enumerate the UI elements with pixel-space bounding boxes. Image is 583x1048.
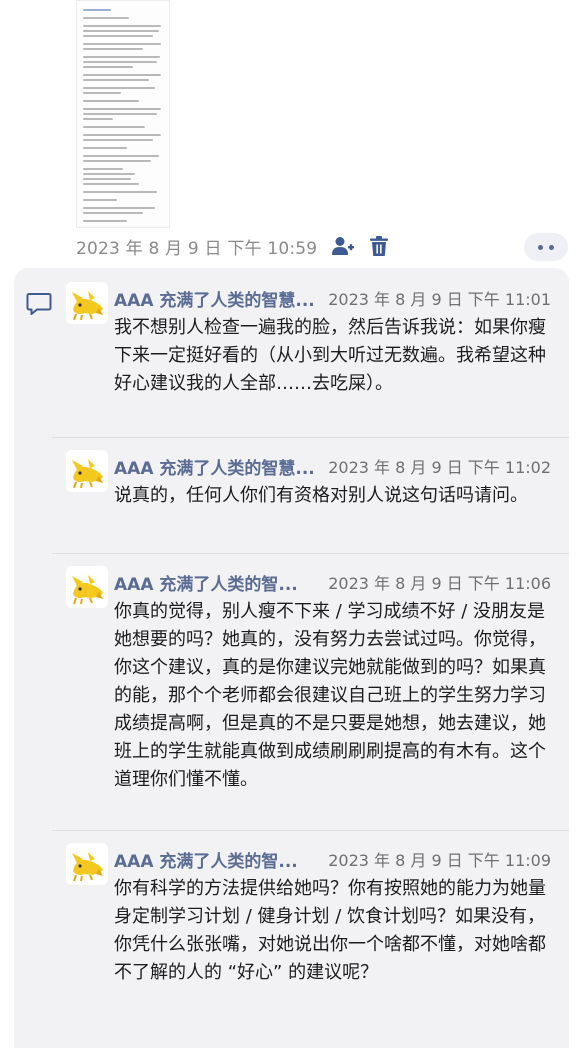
comment-author[interactable]: AAA 充满了人类的智... <box>114 847 350 872</box>
comment-time: 2023 年 8 月 9 日 下午 11:09 <box>328 851 551 870</box>
attachment-meta: 2023 年 8 月 9 日 下午 10:59 <box>76 232 391 260</box>
attachment-timestamp: 2023 年 8 月 9 日 下午 10:59 <box>76 238 318 259</box>
comment-time: 2023 年 8 月 9 日 下午 11:01 <box>328 290 551 309</box>
yellow-cat-avatar[interactable] <box>66 282 108 324</box>
comment-item: AAA 充满了人类的智慧... 2023 年 8 月 9 日 下午 11:01 … <box>52 282 569 432</box>
comment-author[interactable]: AAA 充满了人类的智慧... <box>114 286 350 311</box>
comment-author[interactable]: AAA 充满了人类的智慧... <box>114 454 350 479</box>
trash-icon[interactable] <box>367 234 391 258</box>
more-options-button[interactable] <box>524 233 568 261</box>
document-thumbnail[interactable] <box>76 0 170 228</box>
yellow-cat-avatar[interactable] <box>66 450 108 492</box>
comment-item: AAA 充满了人类的智慧... 2023 年 8 月 9 日 下午 11:02 … <box>52 450 569 540</box>
comment-text: 你有科学的方法提供给她吗？你有按照她的能力为她量身定制学习计划 / 健身计划 /… <box>114 878 546 983</box>
person-add-icon[interactable] <box>331 234 355 258</box>
comment-divider <box>52 437 569 438</box>
comment-text: 你真的觉得，别人瘦不下来 / 学习成绩不好 / 没朋友是她想要的吗？她真的，没有… <box>114 601 546 790</box>
comment-time: 2023 年 8 月 9 日 下午 11:06 <box>328 574 551 593</box>
comment-time: 2023 年 8 月 9 日 下午 11:02 <box>328 458 551 477</box>
comment-divider <box>52 553 569 554</box>
comment-item: AAA 充满了人类的智... 2023 年 8 月 9 日 下午 11:06 你… <box>52 566 569 822</box>
comment-divider <box>52 830 569 831</box>
comment-item: AAA 充满了人类的智... 2023 年 8 月 9 日 下午 11:09 你… <box>52 843 569 1023</box>
yellow-cat-avatar[interactable] <box>66 566 108 608</box>
comment-author[interactable]: AAA 充满了人类的智... <box>114 570 350 595</box>
comment-icon[interactable] <box>26 292 52 320</box>
attachment-area: 2023 年 8 月 9 日 下午 10:59 <box>0 0 583 268</box>
yellow-cat-avatar[interactable] <box>66 843 108 885</box>
comment-text: 说真的，任何人你们有资格对别人说这句话吗请问。 <box>114 485 528 506</box>
comment-text: 我不想别人检查一遍我的脸，然后告诉我说：如果你瘦下来一定挺好看的（从小到大听过无… <box>114 317 546 394</box>
more-dots-icon <box>538 244 543 250</box>
